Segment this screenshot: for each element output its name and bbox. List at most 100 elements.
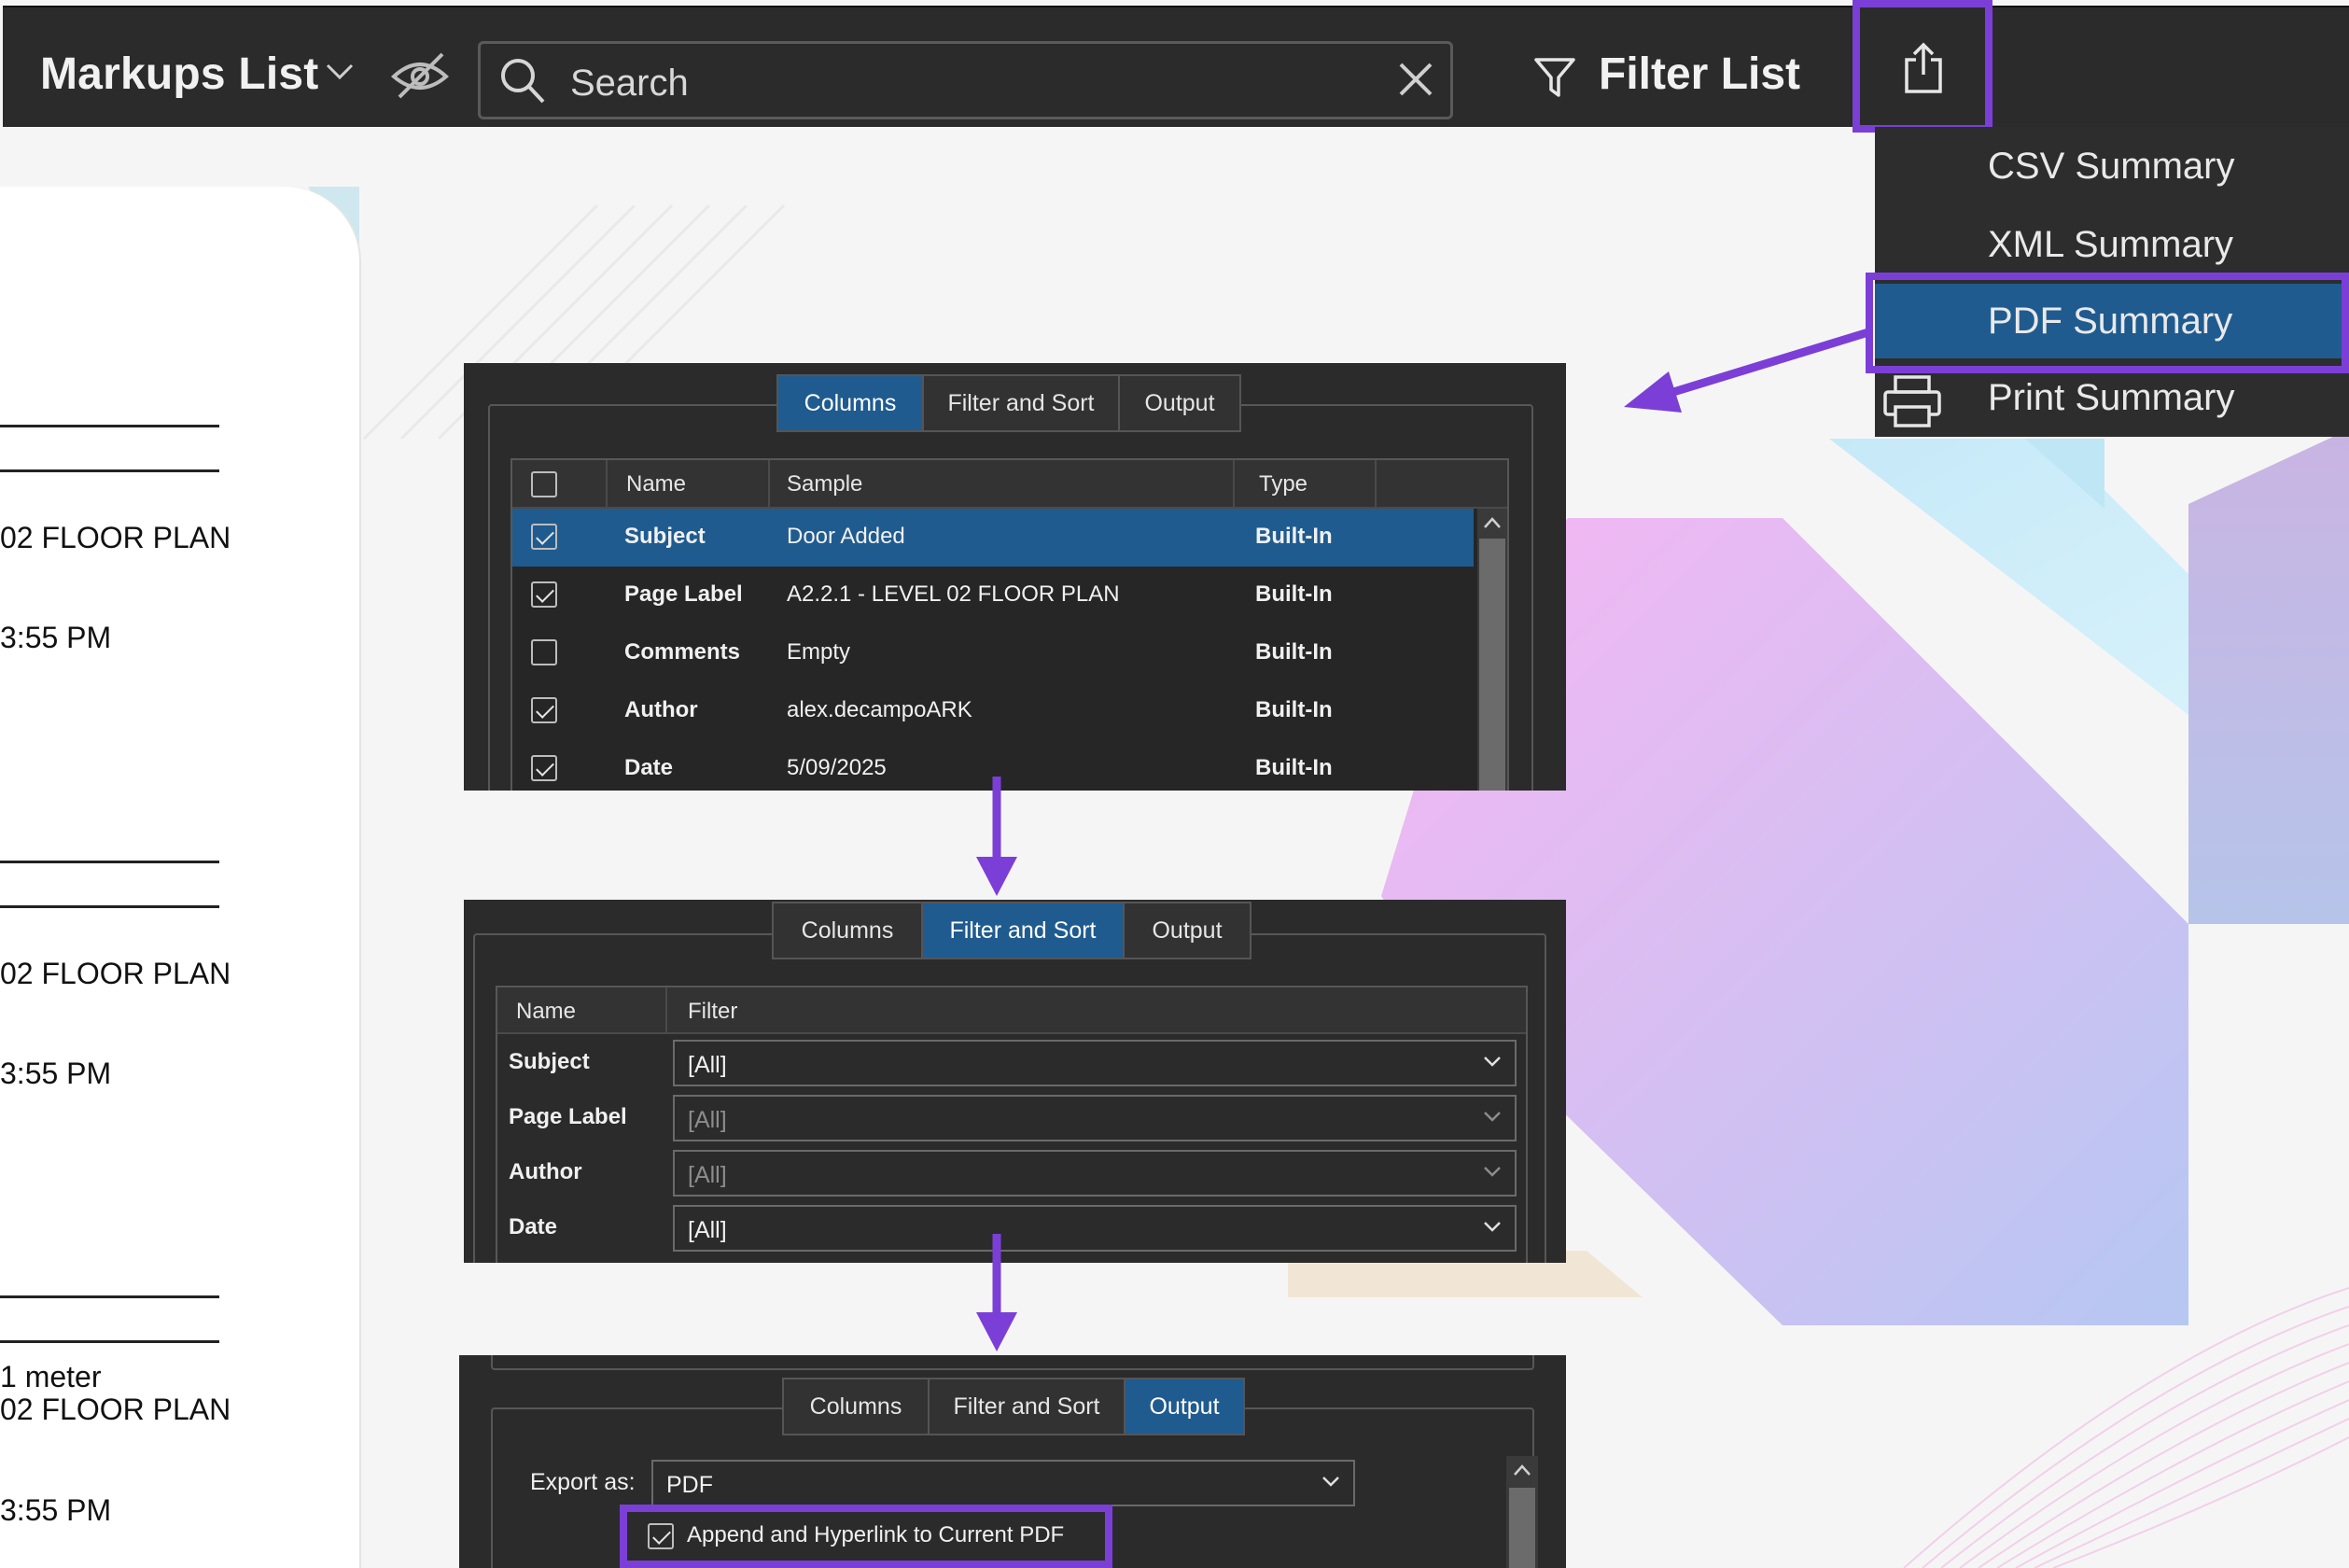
select-value: [All] xyxy=(688,1217,727,1243)
row-checkbox[interactable] xyxy=(531,697,557,723)
row-name: Date xyxy=(624,755,674,780)
export-button[interactable] xyxy=(1853,0,1992,133)
subject-filter-select[interactable]: [All] xyxy=(673,1040,1517,1086)
row-checkbox[interactable] xyxy=(531,639,557,665)
row-name: Date xyxy=(509,1214,558,1239)
menu-item-label: XML Summary xyxy=(1988,224,2234,265)
table-row[interactable]: Subject Door Added Built-In xyxy=(512,509,1474,567)
row-checkbox[interactable] xyxy=(531,755,557,781)
row-sample: alex.decampoARK xyxy=(787,697,972,722)
table-row[interactable]: Page Label A2.2.1 - LEVEL 02 FLOOR PLAN … xyxy=(512,567,1474,624)
column-header-name[interactable]: Name xyxy=(626,471,686,497)
row-name: Page Label xyxy=(509,1104,627,1129)
divider xyxy=(0,1340,219,1343)
chevron-down-icon[interactable] xyxy=(325,62,355,82)
markups-toolbar: Markups List Search Filter List xyxy=(3,6,2349,127)
divider xyxy=(1233,460,1235,509)
row-type: Built-In xyxy=(1255,524,1333,549)
scrollbar[interactable] xyxy=(1506,1456,1538,1568)
author-filter-select[interactable]: [All] xyxy=(673,1150,1517,1197)
table-header: Name Sample Type xyxy=(512,460,1507,509)
hide-eye-icon[interactable] xyxy=(390,49,450,101)
tab-bar: Columns Filter and Sort Output xyxy=(772,902,1251,959)
clear-icon[interactable] xyxy=(1395,59,1436,100)
table-row[interactable]: Author alex.decampoARK Built-In xyxy=(512,682,1474,740)
tab-filter-and-sort[interactable]: Filter and Sort xyxy=(923,903,1125,958)
date-filter-select[interactable]: [All] xyxy=(673,1205,1517,1252)
divider xyxy=(0,469,219,472)
divider xyxy=(665,987,667,1034)
tab-filter-and-sort[interactable]: Filter and Sort xyxy=(924,376,1120,430)
search-icon xyxy=(501,59,545,104)
doc-text: 02 FLOOR PLAN xyxy=(0,1393,231,1426)
row-name: Author xyxy=(624,697,698,722)
row-type: Built-In xyxy=(1255,581,1333,607)
menu-item-xml-summary[interactable]: XML Summary xyxy=(1875,207,2349,282)
export-format-select[interactable]: PDF xyxy=(651,1460,1355,1506)
scrollbar-thumb[interactable] xyxy=(1509,1488,1535,1568)
search-input[interactable]: Search xyxy=(478,41,1453,119)
menu-item-csv-summary[interactable]: CSV Summary xyxy=(1875,129,2349,203)
arrow-icon xyxy=(1624,328,1870,413)
column-header-type[interactable]: Type xyxy=(1259,471,1307,497)
row-name: Comments xyxy=(624,639,741,665)
column-header-name[interactable]: Name xyxy=(516,999,576,1025)
row-name: Page Label xyxy=(624,581,743,607)
chevron-down-icon xyxy=(1322,1477,1339,1487)
row-sample: 5/09/2025 xyxy=(787,755,887,780)
row-checkbox[interactable] xyxy=(531,524,557,550)
table-row[interactable]: Comments Empty Built-In xyxy=(512,624,1474,682)
tab-filter-and-sort[interactable]: Filter and Sort xyxy=(930,1379,1126,1434)
row-type: Built-In xyxy=(1255,639,1333,665)
chevron-up-icon[interactable] xyxy=(1483,516,1502,529)
row-type: Built-In xyxy=(1255,697,1333,722)
column-header-sample[interactable]: Sample xyxy=(787,471,862,497)
markups-list-title[interactable]: Markups List xyxy=(40,49,318,100)
chevron-up-icon[interactable] xyxy=(1513,1463,1531,1477)
append-hyperlink-option[interactable]: Append and Hyperlink to Current PDF xyxy=(620,1505,1112,1568)
scrollbar-thumb[interactable] xyxy=(1479,539,1505,791)
share-icon xyxy=(1905,42,1942,93)
doc-text: 02 FLOOR PLAN xyxy=(0,957,231,990)
chevron-down-icon xyxy=(1484,1222,1501,1232)
filter-table: Name Filter Subject [All] Page Label [Al… xyxy=(496,986,1528,1263)
chevron-down-icon xyxy=(1484,1112,1501,1122)
row-checkbox[interactable] xyxy=(531,581,557,608)
highlight-box xyxy=(1866,273,2349,373)
menu-item-label: Print Summary xyxy=(1988,377,2235,418)
columns-panel: Columns Filter and Sort Output Name Samp… xyxy=(464,363,1566,791)
doc-text: 3:55 PM xyxy=(0,1057,112,1090)
divider xyxy=(768,460,770,509)
search-placeholder: Search xyxy=(570,63,689,104)
document-preview: 02 FLOOR PLAN 3:55 PM 02 FLOOR PLAN 3:55… xyxy=(0,187,359,1568)
select-value: [All] xyxy=(688,1162,727,1188)
arrow-icon xyxy=(976,777,1017,896)
tab-columns[interactable]: Columns xyxy=(784,1379,930,1434)
doc-text: 3:55 PM xyxy=(0,1493,112,1527)
row-sample: Door Added xyxy=(787,524,905,549)
row-sample: A2.2.1 - LEVEL 02 FLOOR PLAN xyxy=(787,581,1120,607)
append-hyperlink-label: Append and Hyperlink to Current PDF xyxy=(687,1522,1065,1547)
select-all-checkbox[interactable] xyxy=(531,471,557,497)
column-header-filter[interactable]: Filter xyxy=(688,999,737,1025)
row-name: Subject xyxy=(509,1049,590,1074)
page-label-filter-select[interactable]: [All] xyxy=(673,1095,1517,1141)
divider xyxy=(606,460,608,509)
divider xyxy=(0,905,219,908)
tab-columns[interactable]: Columns xyxy=(774,903,923,958)
divider xyxy=(1375,460,1377,509)
tab-output[interactable]: Output xyxy=(1126,1379,1243,1434)
scrollbar[interactable] xyxy=(1477,509,1507,791)
tab-bar: Columns Filter and Sort Output xyxy=(782,1378,1245,1435)
divider xyxy=(0,425,219,427)
panel-frame xyxy=(491,1355,1534,1370)
tab-columns[interactable]: Columns xyxy=(778,376,924,430)
append-hyperlink-checkbox[interactable] xyxy=(648,1523,674,1549)
tab-output[interactable]: Output xyxy=(1120,376,1239,430)
filter-sort-panel: Columns Filter and Sort Output Name Filt… xyxy=(464,900,1566,1263)
filter-list-button[interactable]: Filter List xyxy=(1599,49,1800,100)
divider xyxy=(0,861,219,863)
export-as-label: Export as: xyxy=(530,1469,636,1495)
filter-icon[interactable] xyxy=(1533,56,1576,99)
tab-output[interactable]: Output xyxy=(1125,903,1250,958)
